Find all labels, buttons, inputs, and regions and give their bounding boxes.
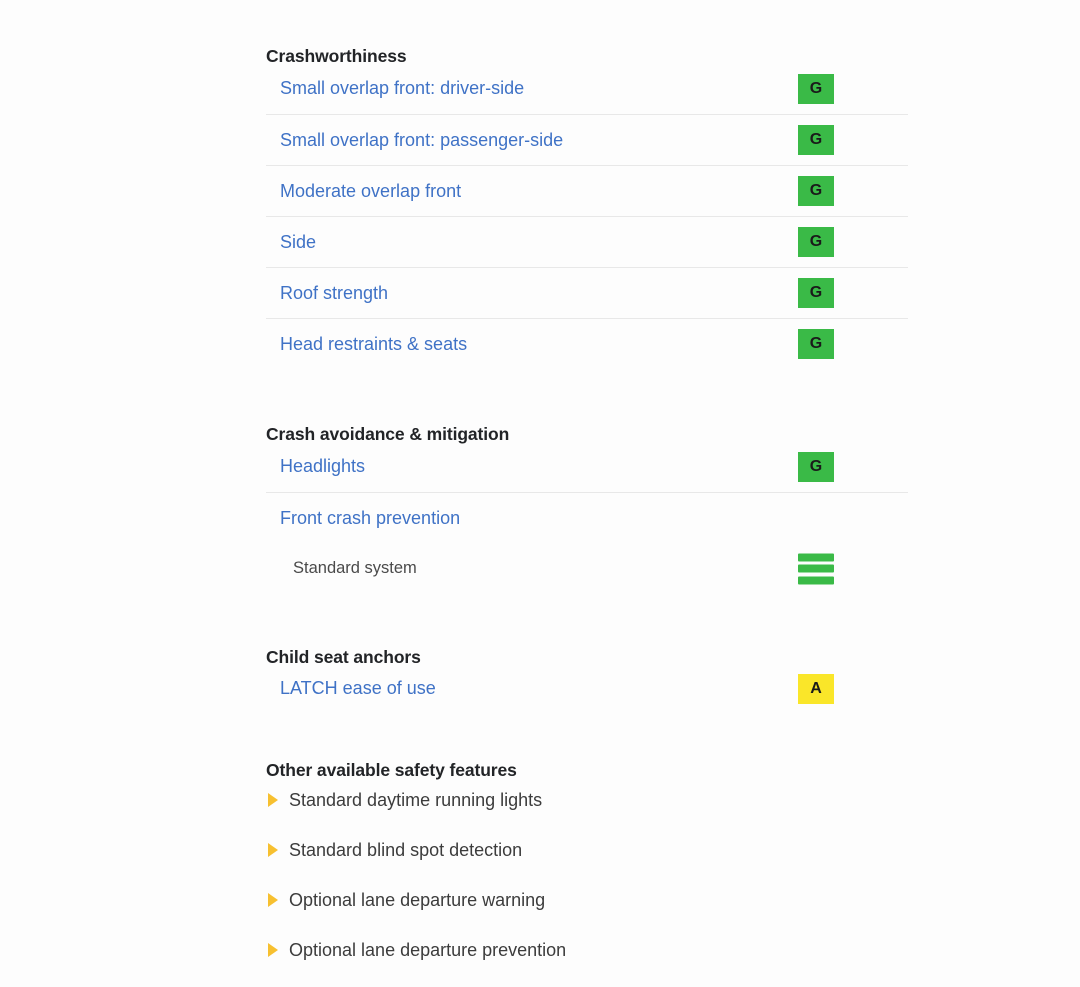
rating-label-link[interactable]: Roof strength <box>266 283 388 304</box>
rating-row-roof-strength[interactable]: Roof strength G <box>266 267 908 318</box>
rating-label-link[interactable]: Moderate overlap front <box>266 181 461 202</box>
feature-label: Standard daytime running lights <box>289 789 543 810</box>
feature-label: Standard blind spot detection <box>289 839 523 860</box>
rating-row-head-restraints-seats[interactable]: Head restraints & seats G <box>266 318 908 369</box>
rating-row-latch-ease-of-use[interactable]: LATCH ease of use A <box>266 663 908 714</box>
rating-label-link[interactable]: Headlights <box>266 456 365 477</box>
rating-label-link[interactable]: Small overlap front: driver-side <box>266 78 524 99</box>
rating-badge-slot: G <box>798 125 858 155</box>
rating-row-moderate-overlap-front[interactable]: Moderate overlap front G <box>266 165 908 216</box>
crash-avoidance-rating-list: Headlights G Front crash prevention Stan… <box>266 441 908 594</box>
superior-rating-bars-icon <box>798 553 834 584</box>
feature-item: Standard daytime running lights <box>266 775 908 825</box>
triangle-right-icon <box>268 843 278 857</box>
feature-label: Optional lane departure prevention <box>289 939 567 960</box>
rating-row-side[interactable]: Side G <box>266 216 908 267</box>
rating-row-front-crash-prevention[interactable]: Front crash prevention <box>266 492 908 543</box>
rating-label-link[interactable]: Front crash prevention <box>266 508 460 529</box>
triangle-right-icon <box>268 793 278 807</box>
rating-label-link[interactable]: Side <box>266 232 316 253</box>
rating-row-standard-system: Standard system <box>266 543 908 594</box>
feature-item: Optional lane departure prevention <box>266 925 908 975</box>
rating-badge-slot: G <box>798 278 858 308</box>
feature-item: Optional lane departure warning <box>266 875 908 925</box>
feature-label: Optional lane departure warning <box>289 889 546 910</box>
rating-badge-slot: G <box>798 451 858 482</box>
rating-badge-good: G <box>798 73 834 104</box>
rating-badge-slot: G <box>798 227 858 257</box>
rating-badge-good: G <box>798 125 834 155</box>
rating-badge-slot: G <box>798 73 858 104</box>
other-safety-features-list: Standard daytime running lights Standard… <box>266 775 908 975</box>
rating-sublabel: Standard system <box>293 559 417 577</box>
rating-badge-good: G <box>798 451 834 482</box>
rating-badge-good: G <box>798 176 834 206</box>
rating-badge-good: G <box>798 227 834 257</box>
rating-badge-slot: A <box>798 673 858 704</box>
triangle-right-icon <box>268 943 278 957</box>
rating-label-link[interactable]: LATCH ease of use <box>266 678 436 699</box>
rating-label-link[interactable]: Small overlap front: passenger-side <box>266 130 563 151</box>
rating-badge-good: G <box>798 278 834 308</box>
rating-badge-acceptable: A <box>798 673 834 704</box>
feature-item: Standard blind spot detection <box>266 825 908 875</box>
rating-badge-slot: G <box>798 329 858 359</box>
child-seat-anchors-rating-list: LATCH ease of use A <box>266 663 908 714</box>
triangle-right-icon <box>268 893 278 907</box>
rating-badge-slot: G <box>798 176 858 206</box>
rating-badge-good: G <box>798 329 834 359</box>
rating-label-link[interactable]: Head restraints & seats <box>266 334 467 355</box>
rating-row-headlights[interactable]: Headlights G <box>266 441 908 492</box>
crashworthiness-rating-list: Small overlap front: driver-side G Small… <box>266 63 908 369</box>
rating-row-small-overlap-driver[interactable]: Small overlap front: driver-side G <box>266 63 908 114</box>
rating-row-small-overlap-passenger[interactable]: Small overlap front: passenger-side G <box>266 114 908 165</box>
rating-badge-slot <box>798 553 858 584</box>
